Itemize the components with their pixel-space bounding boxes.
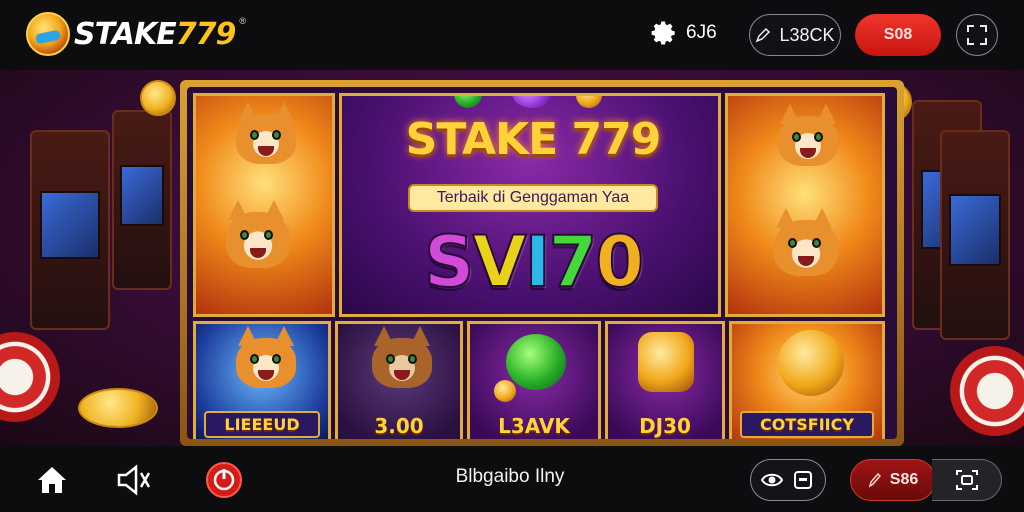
banner-big-word: SVI70 — [342, 221, 718, 303]
reel-3[interactable]: L3AVK — [467, 321, 601, 439]
reel-1[interactable]: LIEEEUD — [193, 321, 331, 439]
reel-4[interactable]: DJ30 — [605, 321, 725, 439]
big-word-letter: 7 — [548, 221, 599, 303]
big-word-letter: 0 — [594, 221, 645, 303]
gem-icon — [512, 96, 552, 108]
balance-button[interactable]: S86 — [850, 459, 936, 501]
eye-icon — [761, 473, 783, 487]
arcade-machine-right-2 — [940, 130, 1010, 340]
gear-icon — [651, 21, 675, 45]
golden-orb-icon — [778, 330, 844, 396]
brand-suffix: 779 — [175, 16, 237, 52]
reel-label: 3.00 — [374, 414, 424, 438]
gem-icon — [454, 96, 482, 108]
pen-icon — [868, 472, 881, 488]
settings-value: 6J6 — [686, 22, 717, 43]
coin-icon — [78, 388, 158, 428]
reel-label: DJ30 — [639, 414, 691, 438]
login-button[interactable]: L38CK — [749, 14, 841, 56]
poker-chip-icon — [0, 332, 60, 422]
banner-title: STAKE 779 — [405, 114, 662, 165]
reel-label: LIEEEUD — [204, 411, 320, 438]
coin-icon — [140, 80, 176, 116]
gem-icon — [576, 96, 602, 108]
home-button[interactable] — [32, 460, 72, 500]
arcade-machine-left — [30, 130, 110, 330]
green-gem-icon — [506, 334, 566, 390]
bottom-bar: Blbgaibo Ilny S86 — [0, 446, 1024, 512]
settings-button[interactable]: 6J6 — [648, 18, 717, 48]
title-panel: STAKE 779 Terbaik di Genggaman Yaa SVI70 — [339, 93, 721, 317]
reel-row: LIEEEUD 3.00 L3AVK DJ30 COTSFIICY — [193, 321, 885, 439]
login-label: L38CK — [779, 24, 835, 45]
big-word-letter: S — [423, 221, 475, 303]
brand-name: STAKE779 — [74, 16, 237, 52]
arcade-machine-left-2 — [112, 110, 172, 290]
right-character-panel — [725, 93, 885, 317]
square-icon — [794, 471, 812, 489]
brand-logo[interactable]: STAKE779 ® — [26, 12, 246, 56]
slot-frame: STAKE 779 Terbaik di Genggaman Yaa SVI70 — [180, 80, 904, 446]
top-bar: STAKE779 ® 6J6 L38CK S08 — [0, 0, 1024, 70]
register-button[interactable]: S08 — [855, 14, 941, 56]
scan-button[interactable] — [956, 14, 998, 56]
poker-chip-icon — [950, 346, 1024, 436]
sound-button[interactable] — [114, 460, 154, 500]
speaker-icon — [117, 464, 151, 496]
reel-label: COTSFIICY — [740, 411, 874, 438]
reel-2[interactable]: 3.00 — [335, 321, 463, 439]
promo-badge[interactable] — [204, 460, 244, 500]
balance-label: S86 — [889, 471, 919, 488]
brand-prefix: STAKE — [74, 16, 177, 52]
banner-tagline: Terbaik di Genggaman Yaa — [408, 184, 658, 212]
footer-title: Blbgaibo Ilny — [455, 466, 565, 487]
scan-icon — [967, 25, 987, 45]
big-word-letter: V — [471, 221, 527, 303]
register-label: S08 — [883, 26, 913, 43]
red-coin-icon — [206, 462, 242, 498]
game-banner[interactable]: STAKE 779 Terbaik di Genggaman Yaa SVI70 — [0, 70, 1024, 446]
lock-icon — [638, 332, 694, 392]
pen-icon — [756, 27, 771, 43]
reel-5[interactable]: COTSFIICY — [729, 321, 885, 439]
casino-logo-icon — [26, 12, 70, 56]
home-icon — [38, 467, 66, 493]
camera-icon — [955, 470, 978, 490]
big-word-letter: I — [524, 221, 552, 303]
camera-button[interactable] — [932, 459, 1002, 501]
registered-mark: ® — [239, 16, 246, 26]
view-toggle[interactable] — [750, 459, 826, 501]
left-character-panel — [193, 93, 335, 317]
coin-icon — [494, 380, 516, 402]
reel-label: L3AVK — [498, 414, 570, 438]
